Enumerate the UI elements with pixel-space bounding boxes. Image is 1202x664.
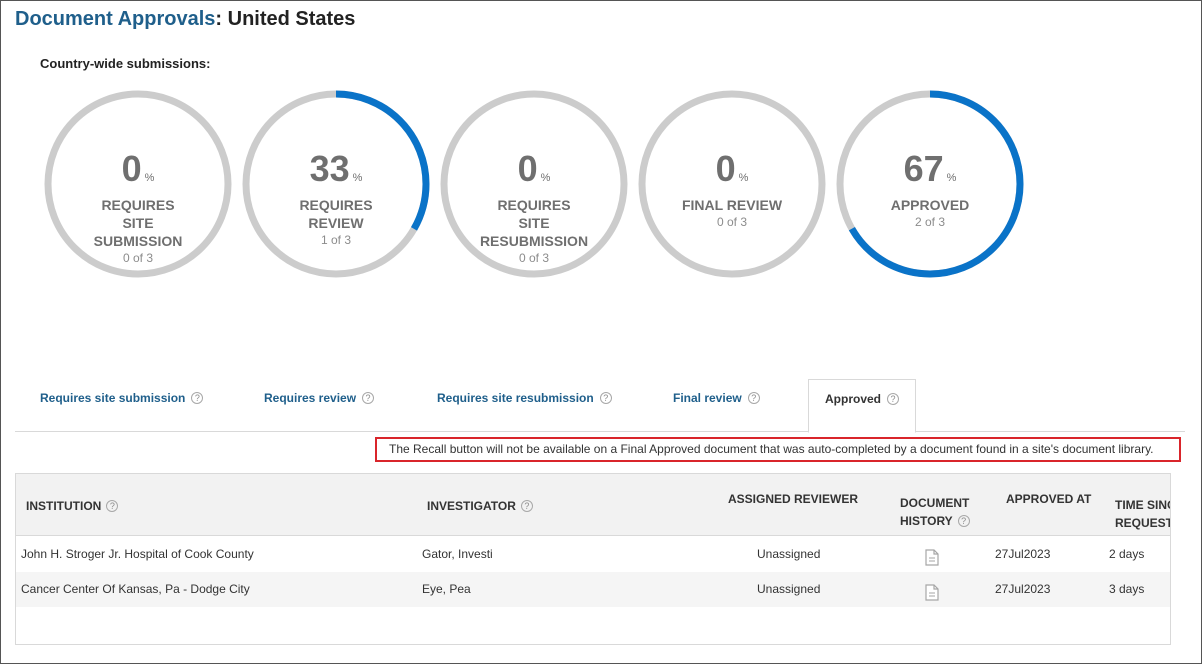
table-row: John H. Stroger Jr. Hospital of Cook Cou… (16, 537, 1170, 572)
help-icon[interactable]: ? (957, 515, 970, 527)
stat-label: FINAL REVIEW 0 of 3 (634, 196, 830, 230)
cell-reviewer: Unassigned (757, 547, 821, 561)
page-title-link[interactable]: Document Approvals (15, 8, 215, 30)
cell-investigator: Eye, Pea (422, 582, 471, 596)
column-header-time-since-request[interactable]: TIME SINC REQUEST (1115, 496, 1170, 532)
help-icon[interactable]: ? (599, 392, 612, 404)
tab-requires-site-submission[interactable]: Requires site submission? (40, 391, 204, 405)
help-icon[interactable]: ? (520, 500, 533, 512)
status-tabs: Requires site submission? Requires revie… (15, 379, 1185, 433)
page-title: Document Approvals: United States (15, 8, 355, 31)
stat-label: REQUIRES SITE SUBMISSION 0 of 3 (40, 196, 236, 266)
tab-final-review[interactable]: Final review? (673, 391, 760, 405)
stat-percent: 67 (903, 148, 944, 189)
stat-count: 2 of 3 (914, 215, 946, 229)
column-header-document-history[interactable]: DOCUMENT HISTORY? (900, 494, 970, 530)
stat-requires-site-resubmission: 0% REQUIRES SITE RESUBMISSION 0 of 3 (436, 86, 632, 282)
approvals-table: INSTITUTION? INVESTIGATOR? ASSIGNED REVI… (15, 473, 1171, 645)
stat-percent: 0 (517, 148, 538, 189)
help-icon[interactable]: ? (191, 392, 204, 404)
stat-final-review: 0% FINAL REVIEW 0 of 3 (634, 86, 830, 282)
help-icon[interactable]: ? (362, 392, 375, 404)
cell-institution: John H. Stroger Jr. Hospital of Cook Cou… (21, 547, 254, 561)
stat-label: REQUIRES SITE RESUBMISSION 0 of 3 (436, 196, 632, 266)
cell-time-since: 3 days (1109, 582, 1145, 596)
stat-unit: % (144, 172, 155, 184)
cell-approved-at: 27Jul2023 (995, 547, 1051, 561)
stat-percent: 0 (121, 148, 142, 189)
column-header-approved-at[interactable]: APPROVED AT (1006, 490, 1091, 508)
column-header-assigned-reviewer[interactable]: ASSIGNED REVIEWER (728, 490, 858, 508)
cell-reviewer: Unassigned (757, 582, 821, 596)
page-title-country: : United States (215, 8, 356, 30)
submissions-heading: Country-wide submissions: (40, 56, 211, 71)
tab-approved[interactable]: Approved? (808, 379, 917, 433)
stat-count: 1 of 3 (320, 233, 352, 247)
recall-notice: The Recall button will not be available … (375, 437, 1181, 462)
stat-count: 0 of 3 (716, 215, 748, 229)
column-header-investigator[interactable]: INVESTIGATOR? (427, 497, 533, 515)
stat-percent: 0 (715, 148, 736, 189)
document-icon[interactable] (925, 549, 939, 566)
tab-requires-site-resubmission[interactable]: Requires site resubmission? (437, 391, 612, 405)
help-icon[interactable]: ? (106, 500, 119, 512)
cell-investigator: Gator, Investi (422, 547, 493, 561)
stat-requires-review: 33% REQUIRES REVIEW 1 of 3 (238, 86, 434, 282)
stat-count: 0 of 3 (122, 251, 154, 265)
cell-approved-at: 27Jul2023 (995, 582, 1051, 596)
stat-unit: % (946, 172, 957, 184)
table-row: Cancer Center Of Kansas, Pa - Dodge City… (16, 572, 1170, 607)
cell-time-since: 2 days (1109, 547, 1145, 561)
tab-requires-review[interactable]: Requires review? (264, 391, 375, 405)
stat-unit: % (540, 172, 551, 184)
help-icon[interactable]: ? (887, 393, 900, 405)
cell-institution: Cancer Center Of Kansas, Pa - Dodge City (21, 582, 250, 596)
column-header-institution[interactable]: INSTITUTION? (26, 497, 119, 515)
stat-count: 0 of 3 (518, 251, 550, 265)
stat-unit: % (352, 172, 363, 184)
help-icon[interactable]: ? (747, 392, 760, 404)
stat-unit: % (738, 172, 749, 184)
stat-label: REQUIRES REVIEW 1 of 3 (238, 196, 434, 248)
stat-percent: 33 (309, 148, 350, 189)
stat-label: APPROVED 2 of 3 (832, 196, 1028, 230)
document-icon[interactable] (925, 584, 939, 601)
stat-approved: 67% APPROVED 2 of 3 (832, 86, 1028, 282)
table-header: INSTITUTION? INVESTIGATOR? ASSIGNED REVI… (16, 474, 1170, 536)
stat-requires-site-submission: 0% REQUIRES SITE SUBMISSION 0 of 3 (40, 86, 236, 282)
